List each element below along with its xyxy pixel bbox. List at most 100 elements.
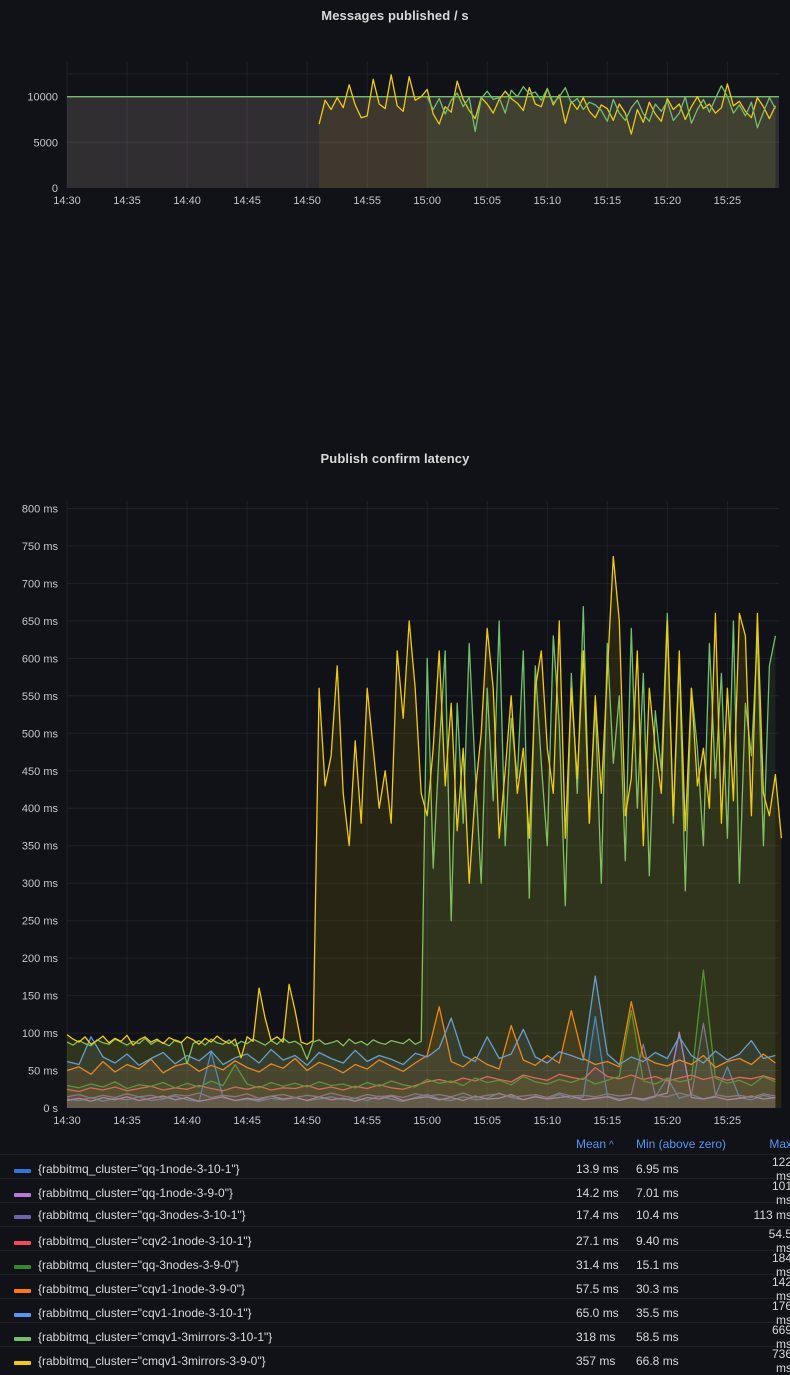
x-axis-tick-label: 14:55: [353, 1115, 381, 1127]
x-axis-tick-label: 15:00: [413, 195, 441, 207]
x-axis-tick-label: 14:35: [113, 195, 141, 207]
min-value: 6.95 ms: [636, 1162, 753, 1176]
y-axis-tick-label: 750 ms: [22, 541, 59, 553]
series-label[interactable]: {rabbitmq_cluster="qq-1node-3-9-0"}: [38, 1186, 576, 1200]
x-axis-tick-label: 15:15: [594, 1115, 622, 1127]
x-axis-tick-label: 14:40: [173, 1115, 201, 1127]
series-color-swatch-cell: [14, 1234, 38, 1248]
y-axis-tick-label: 5000: [34, 137, 58, 149]
panel-title-publish-confirm-latency[interactable]: Publish confirm latency: [0, 451, 790, 466]
messages-published-chart[interactable]: 14:3014:3514:4014:4514:5014:5515:0015:05…: [0, 0, 790, 215]
y-axis-tick-label: 10000: [27, 92, 58, 104]
y-axis-tick-label: 300 ms: [22, 878, 59, 890]
mean-value: 65.0 ms: [576, 1306, 636, 1320]
legend-row[interactable]: {rabbitmq_cluster="qq-1node-3-9-0"}14.2 …: [0, 1178, 790, 1202]
x-axis-tick-label: 15:00: [413, 1115, 441, 1127]
series-color-swatch[interactable]: [14, 1337, 31, 1341]
series-label[interactable]: {rabbitmq_cluster="cmqv1-3mirrors-3-10-1…: [38, 1330, 576, 1344]
mean-value: 13.9 ms: [576, 1162, 636, 1176]
x-axis-tick-label: 14:30: [53, 195, 81, 207]
max-value: 113 ms: [753, 1208, 790, 1222]
min-value: 66.8 ms: [636, 1354, 753, 1368]
legend-rows: {rabbitmq_cluster="qq-1node-3-10-1"}13.9…: [0, 1154, 790, 1370]
y-axis-tick-label: 650 ms: [22, 616, 59, 628]
series-area: [67, 557, 781, 1109]
legend-row[interactable]: {rabbitmq_cluster="cqv1-1node-3-9-0"}57.…: [0, 1274, 790, 1298]
mean-value: 14.2 ms: [576, 1186, 636, 1200]
series-label[interactable]: {rabbitmq_cluster="cqv1-1node-3-10-1"}: [38, 1306, 576, 1320]
y-axis-tick-label: 400 ms: [22, 803, 59, 815]
series-color-swatch[interactable]: [14, 1265, 31, 1269]
series-color-swatch-cell: [14, 1162, 38, 1176]
y-axis-tick-label: 700 ms: [22, 578, 59, 590]
y-axis-tick-label: 600 ms: [22, 653, 59, 665]
panel-messages-published: Messages published / s 14:3014:3514:4014…: [0, 0, 790, 215]
x-axis-tick-label: 14:30: [53, 1115, 81, 1127]
series-color-swatch-cell: [14, 1354, 38, 1368]
x-axis-tick-label: 15:15: [594, 195, 622, 207]
grafana-dashboard: { "panels": [ {"title": "Messages publis…: [0, 0, 790, 1144]
series-label[interactable]: {rabbitmq_cluster="qq-3nodes-3-9-0"}: [38, 1258, 576, 1272]
series-color-swatch[interactable]: [14, 1193, 31, 1197]
x-axis-tick-label: 15:10: [534, 195, 562, 207]
x-axis-tick-label: 14:55: [353, 195, 381, 207]
min-value: 9.40 ms: [636, 1234, 753, 1248]
series-label[interactable]: {rabbitmq_cluster="cmqv1-3mirrors-3-9-0"…: [38, 1354, 576, 1368]
legend-row[interactable]: {rabbitmq_cluster="cqv1-1node-3-10-1"}65…: [0, 1298, 790, 1322]
min-value: 58.5 ms: [636, 1330, 753, 1344]
series-color-swatch-cell: [14, 1208, 38, 1222]
max-value: 736 ms: [753, 1347, 790, 1375]
y-axis-tick-label: 450 ms: [22, 766, 59, 778]
series-color-swatch-cell: [14, 1186, 38, 1200]
x-axis-tick-label: 15:10: [534, 1115, 562, 1127]
x-axis-tick-label: 15:20: [654, 195, 682, 207]
y-axis-tick-label: 200 ms: [22, 953, 59, 965]
legend-row[interactable]: {rabbitmq_cluster="cmqv1-3mirrors-3-9-0"…: [0, 1346, 790, 1370]
legend-row[interactable]: {rabbitmq_cluster="cqv2-1node-3-10-1"}27…: [0, 1226, 790, 1250]
mean-value: 318 ms: [576, 1330, 636, 1344]
series-color-swatch-cell: [14, 1282, 38, 1296]
mean-value: 17.4 ms: [576, 1208, 636, 1222]
series-label[interactable]: {rabbitmq_cluster="cqv2-1node-3-10-1"}: [38, 1234, 576, 1248]
series-color-swatch[interactable]: [14, 1361, 31, 1365]
publish-confirm-latency-chart[interactable]: 14:3014:3514:4014:4514:5014:5515:0015:05…: [0, 475, 790, 1131]
x-axis-tick-label: 15:20: [654, 1115, 682, 1127]
series-color-swatch-cell: [14, 1330, 38, 1344]
y-axis-tick-label: 100 ms: [22, 1028, 59, 1040]
series-label[interactable]: {rabbitmq_cluster="cqv1-1node-3-9-0"}: [38, 1282, 576, 1296]
legend-row[interactable]: {rabbitmq_cluster="qq-1node-3-10-1"}13.9…: [0, 1154, 790, 1178]
y-axis-tick-label: 500 ms: [22, 728, 59, 740]
series-color-swatch[interactable]: [14, 1169, 31, 1173]
legend-row[interactable]: {rabbitmq_cluster="qq-3nodes-3-9-0"}31.4…: [0, 1250, 790, 1274]
series-color-swatch[interactable]: [14, 1289, 31, 1293]
series-label[interactable]: {rabbitmq_cluster="qq-1node-3-10-1"}: [38, 1162, 576, 1176]
x-axis-tick-label: 15:05: [473, 195, 501, 207]
x-axis-tick-label: 14:45: [233, 195, 261, 207]
min-value: 35.5 ms: [636, 1306, 753, 1320]
sort-ascending-icon: ^: [609, 1140, 614, 1151]
mean-value: 357 ms: [576, 1354, 636, 1368]
legend-row[interactable]: {rabbitmq_cluster="cmqv1-3mirrors-3-10-1…: [0, 1322, 790, 1346]
min-value: 7.01 ms: [636, 1186, 753, 1200]
x-axis-tick-label: 14:40: [173, 195, 201, 207]
series-color-swatch[interactable]: [14, 1215, 31, 1219]
series-label[interactable]: {rabbitmq_cluster="qq-3nodes-3-10-1"}: [38, 1208, 576, 1222]
series-color-swatch[interactable]: [14, 1313, 31, 1317]
mean-value: 57.5 ms: [576, 1282, 636, 1296]
x-axis-tick-label: 15:25: [714, 195, 742, 207]
y-axis-tick-label: 0 s: [43, 1103, 58, 1115]
series-color-swatch-cell: [14, 1306, 38, 1320]
min-value: 15.1 ms: [636, 1258, 753, 1272]
x-axis-tick-label: 15:25: [714, 1115, 742, 1127]
y-axis-tick-label: 250 ms: [22, 916, 59, 928]
max-value: 101 ms: [753, 1179, 790, 1207]
y-axis-tick-label: 150 ms: [22, 991, 59, 1003]
x-axis-tick-label: 14:50: [293, 1115, 321, 1127]
legend-row[interactable]: {rabbitmq_cluster="qq-3nodes-3-10-1"}17.…: [0, 1202, 790, 1226]
series-color-swatch-cell: [14, 1258, 38, 1272]
mean-value: 27.1 ms: [576, 1234, 636, 1248]
y-axis-tick-label: 0: [52, 183, 58, 195]
min-value: 30.3 ms: [636, 1282, 753, 1296]
series-color-swatch[interactable]: [14, 1241, 31, 1245]
panel-publish-confirm-latency: Publish confirm latency 14:3014:3514:401…: [0, 215, 790, 1144]
